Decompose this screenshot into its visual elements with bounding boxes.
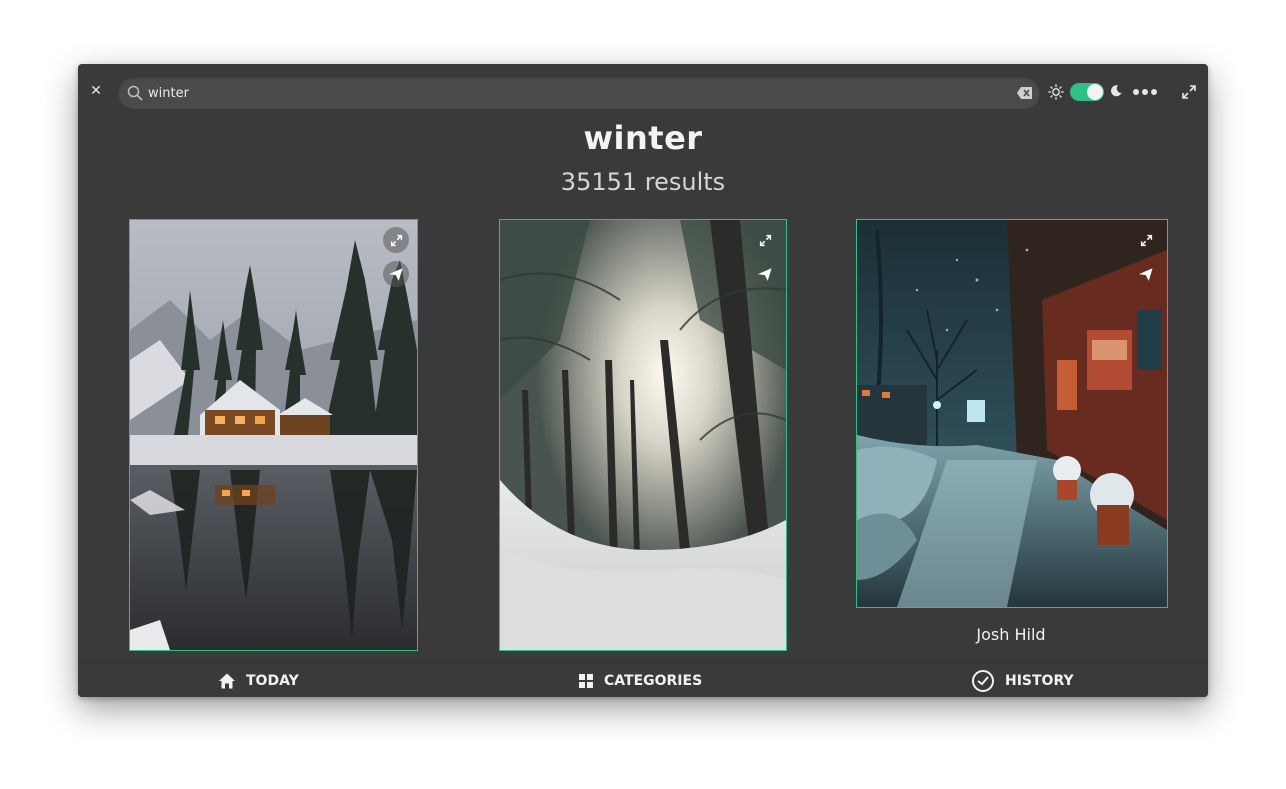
page-title: winter	[583, 119, 703, 157]
expand-photo-button[interactable]	[752, 227, 778, 253]
home-icon	[219, 673, 235, 688]
search-icon	[127, 85, 143, 101]
photo-image	[857, 220, 1167, 607]
photo-card[interactable]	[129, 219, 418, 651]
nav-today[interactable]: TODAY	[218, 663, 299, 697]
nav-history-label: HISTORY	[1005, 672, 1074, 689]
photo-author[interactable]: Josh Hild	[856, 625, 1166, 644]
photo-card[interactable]	[499, 219, 787, 651]
close-icon[interactable]: ✕	[88, 82, 104, 98]
photo-image	[500, 220, 786, 650]
expand-photo-button[interactable]	[383, 227, 409, 253]
photo-card[interactable]	[856, 219, 1168, 608]
expand-icon	[390, 234, 402, 246]
more-dots-icon[interactable]	[1133, 85, 1161, 99]
expand-photo-button[interactable]	[1133, 227, 1159, 253]
moon-icon	[1110, 85, 1122, 97]
nav-today-label: TODAY	[246, 672, 299, 689]
dark-mode-toggle[interactable]	[1070, 83, 1104, 101]
search-input[interactable]	[148, 77, 1008, 109]
grid-icon	[579, 673, 593, 688]
nav-categories[interactable]: CATEGORIES	[578, 663, 702, 697]
expand-icon[interactable]	[1181, 84, 1197, 100]
app-window: ✕ winter 35151 results	[78, 64, 1208, 697]
sun-icon	[1048, 84, 1064, 100]
nav-history[interactable]: HISTORY	[971, 663, 1074, 697]
bottom-nav: TODAY CATEGORIES HISTORY	[78, 662, 1208, 697]
send-photo-button[interactable]	[752, 261, 778, 287]
search-bar	[118, 77, 1040, 109]
expand-icon	[1140, 234, 1152, 246]
results-count: 35151 results	[560, 168, 726, 196]
send-icon	[758, 268, 772, 281]
send-photo-button[interactable]	[383, 261, 409, 287]
toggle-knob	[1087, 84, 1103, 100]
expand-icon	[759, 234, 771, 246]
backspace-icon[interactable]	[1016, 85, 1034, 101]
send-icon	[389, 268, 403, 281]
nav-categories-label: CATEGORIES	[604, 672, 703, 689]
send-photo-button[interactable]	[1133, 261, 1159, 287]
photo-image	[130, 220, 417, 650]
send-icon	[1139, 268, 1153, 281]
clock-icon	[972, 669, 994, 692]
